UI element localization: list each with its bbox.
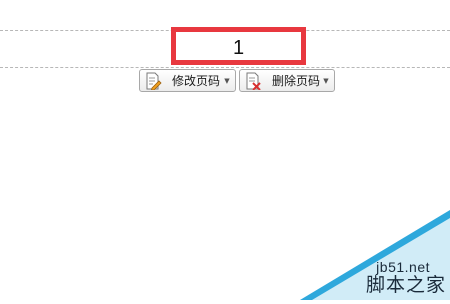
header-bottom-border <box>0 67 450 68</box>
edit-page-number-label: 修改页码 <box>172 74 221 88</box>
edit-page-number-button[interactable]: 修改页码 ▼ <box>139 69 236 92</box>
edit-document-icon <box>144 72 162 90</box>
chevron-down-icon: ▼ <box>323 76 329 85</box>
page-number-highlight: 1 <box>171 27 306 65</box>
watermark-logo: jb51.net 脚本之家 <box>300 210 450 300</box>
chevron-down-icon: ▼ <box>224 76 230 85</box>
page-number-toolbar: 修改页码 ▼ 删除页码 ▼ <box>139 69 335 93</box>
delete-document-icon <box>244 72 262 91</box>
delete-page-number-label: 删除页码 <box>272 74 321 88</box>
watermark-name: 脚本之家 <box>365 274 446 296</box>
delete-page-number-button[interactable]: 删除页码 ▼ <box>239 69 335 92</box>
page-number[interactable]: 1 <box>176 36 301 60</box>
